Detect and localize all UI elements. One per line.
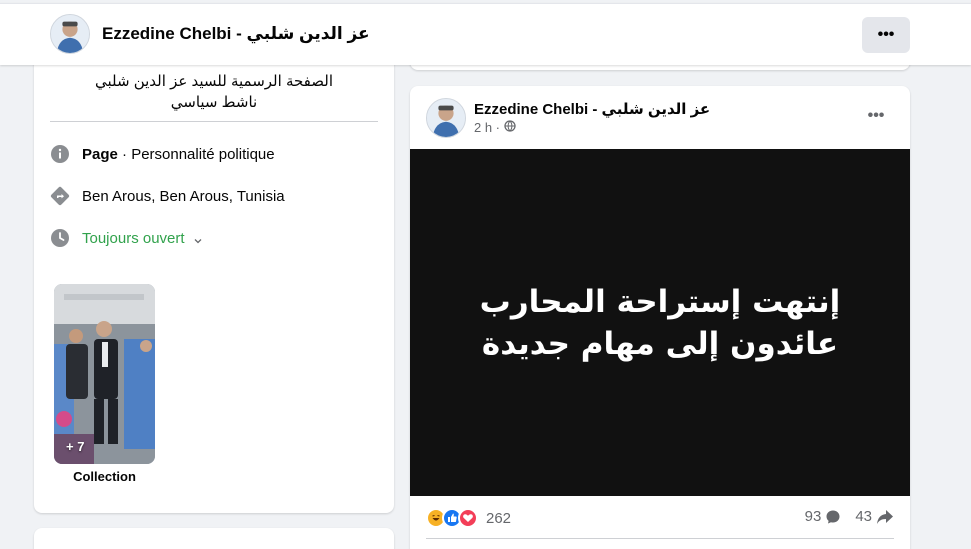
header-more-button[interactable]: ••• bbox=[862, 17, 910, 53]
post-message: إنتهت إستراحة المحارب عائدون إلى مهام جد… bbox=[479, 283, 841, 362]
location-text[interactable]: Ben Arous, Ben Arous, Tunisia bbox=[82, 188, 285, 205]
page-avatar[interactable] bbox=[50, 14, 90, 54]
globe-icon bbox=[504, 120, 516, 135]
category-page-label: Page bbox=[82, 145, 118, 163]
shares-count: 43 bbox=[855, 508, 872, 525]
reactions-summary[interactable]: 262 bbox=[426, 508, 511, 528]
photo-collection-thumbnail[interactable]: + 7 bbox=[54, 284, 155, 464]
share-icon bbox=[877, 509, 893, 524]
intro-category-row: Page · Personnalité politique bbox=[50, 142, 275, 166]
post-text-media[interactable]: إنتهت إستراحة المحارب عائدون إلى مهام جد… bbox=[410, 149, 910, 496]
post-timestamp[interactable]: 2 h · bbox=[474, 120, 500, 135]
intro-bio-line2: ناشط سياسي bbox=[170, 94, 258, 111]
intro-divider bbox=[50, 121, 378, 122]
post-actions-divider bbox=[426, 538, 894, 539]
comments-stat[interactable]: 93 bbox=[805, 508, 842, 525]
post-card: Ezzedine Chelbi - عز الدين شلبي 2 h · ••… bbox=[410, 86, 910, 549]
shares-stat[interactable]: 43 bbox=[855, 508, 894, 525]
directions-icon bbox=[50, 186, 70, 206]
post-author-avatar[interactable] bbox=[426, 98, 466, 138]
love-icon bbox=[458, 508, 478, 528]
post-meta: 2 h · bbox=[474, 120, 516, 135]
intro-bio-line1: الصفحة الرسمية للسيد عز الدين شلبي bbox=[94, 73, 334, 90]
page-name[interactable]: Ezzedine Chelbi - عز الدين شلبي bbox=[102, 24, 370, 44]
post-more-button[interactable]: ••• bbox=[862, 106, 890, 126]
category-label: · Personnalité politique bbox=[117, 145, 275, 163]
clock-icon bbox=[50, 228, 70, 248]
intro-hours-row[interactable]: Toujours ouvert bbox=[50, 226, 203, 250]
post-stats: 93 43 bbox=[805, 508, 894, 525]
intro-location-row[interactable]: Ben Arous, Ben Arous, Tunisia bbox=[50, 184, 285, 208]
page-header: Ezzedine Chelbi - عز الدين شلبي ••• bbox=[0, 3, 971, 65]
next-left-card bbox=[34, 528, 394, 549]
post-author-name[interactable]: Ezzedine Chelbi - عز الدين شلبي bbox=[474, 100, 710, 118]
photo-more-count: + 7 bbox=[66, 439, 85, 454]
photo-collection-caption[interactable]: Collection bbox=[54, 469, 155, 484]
reactions-count: 262 bbox=[486, 509, 512, 527]
comments-count: 93 bbox=[804, 508, 822, 525]
comment-icon bbox=[826, 510, 840, 523]
intro-card: الصفحة الرسمية للسيد عز الدين شلبي ناشط … bbox=[34, 40, 394, 513]
hours-text[interactable]: Toujours ouvert bbox=[82, 230, 185, 247]
info-icon bbox=[50, 144, 70, 164]
chevron-down-icon[interactable] bbox=[193, 233, 203, 244]
